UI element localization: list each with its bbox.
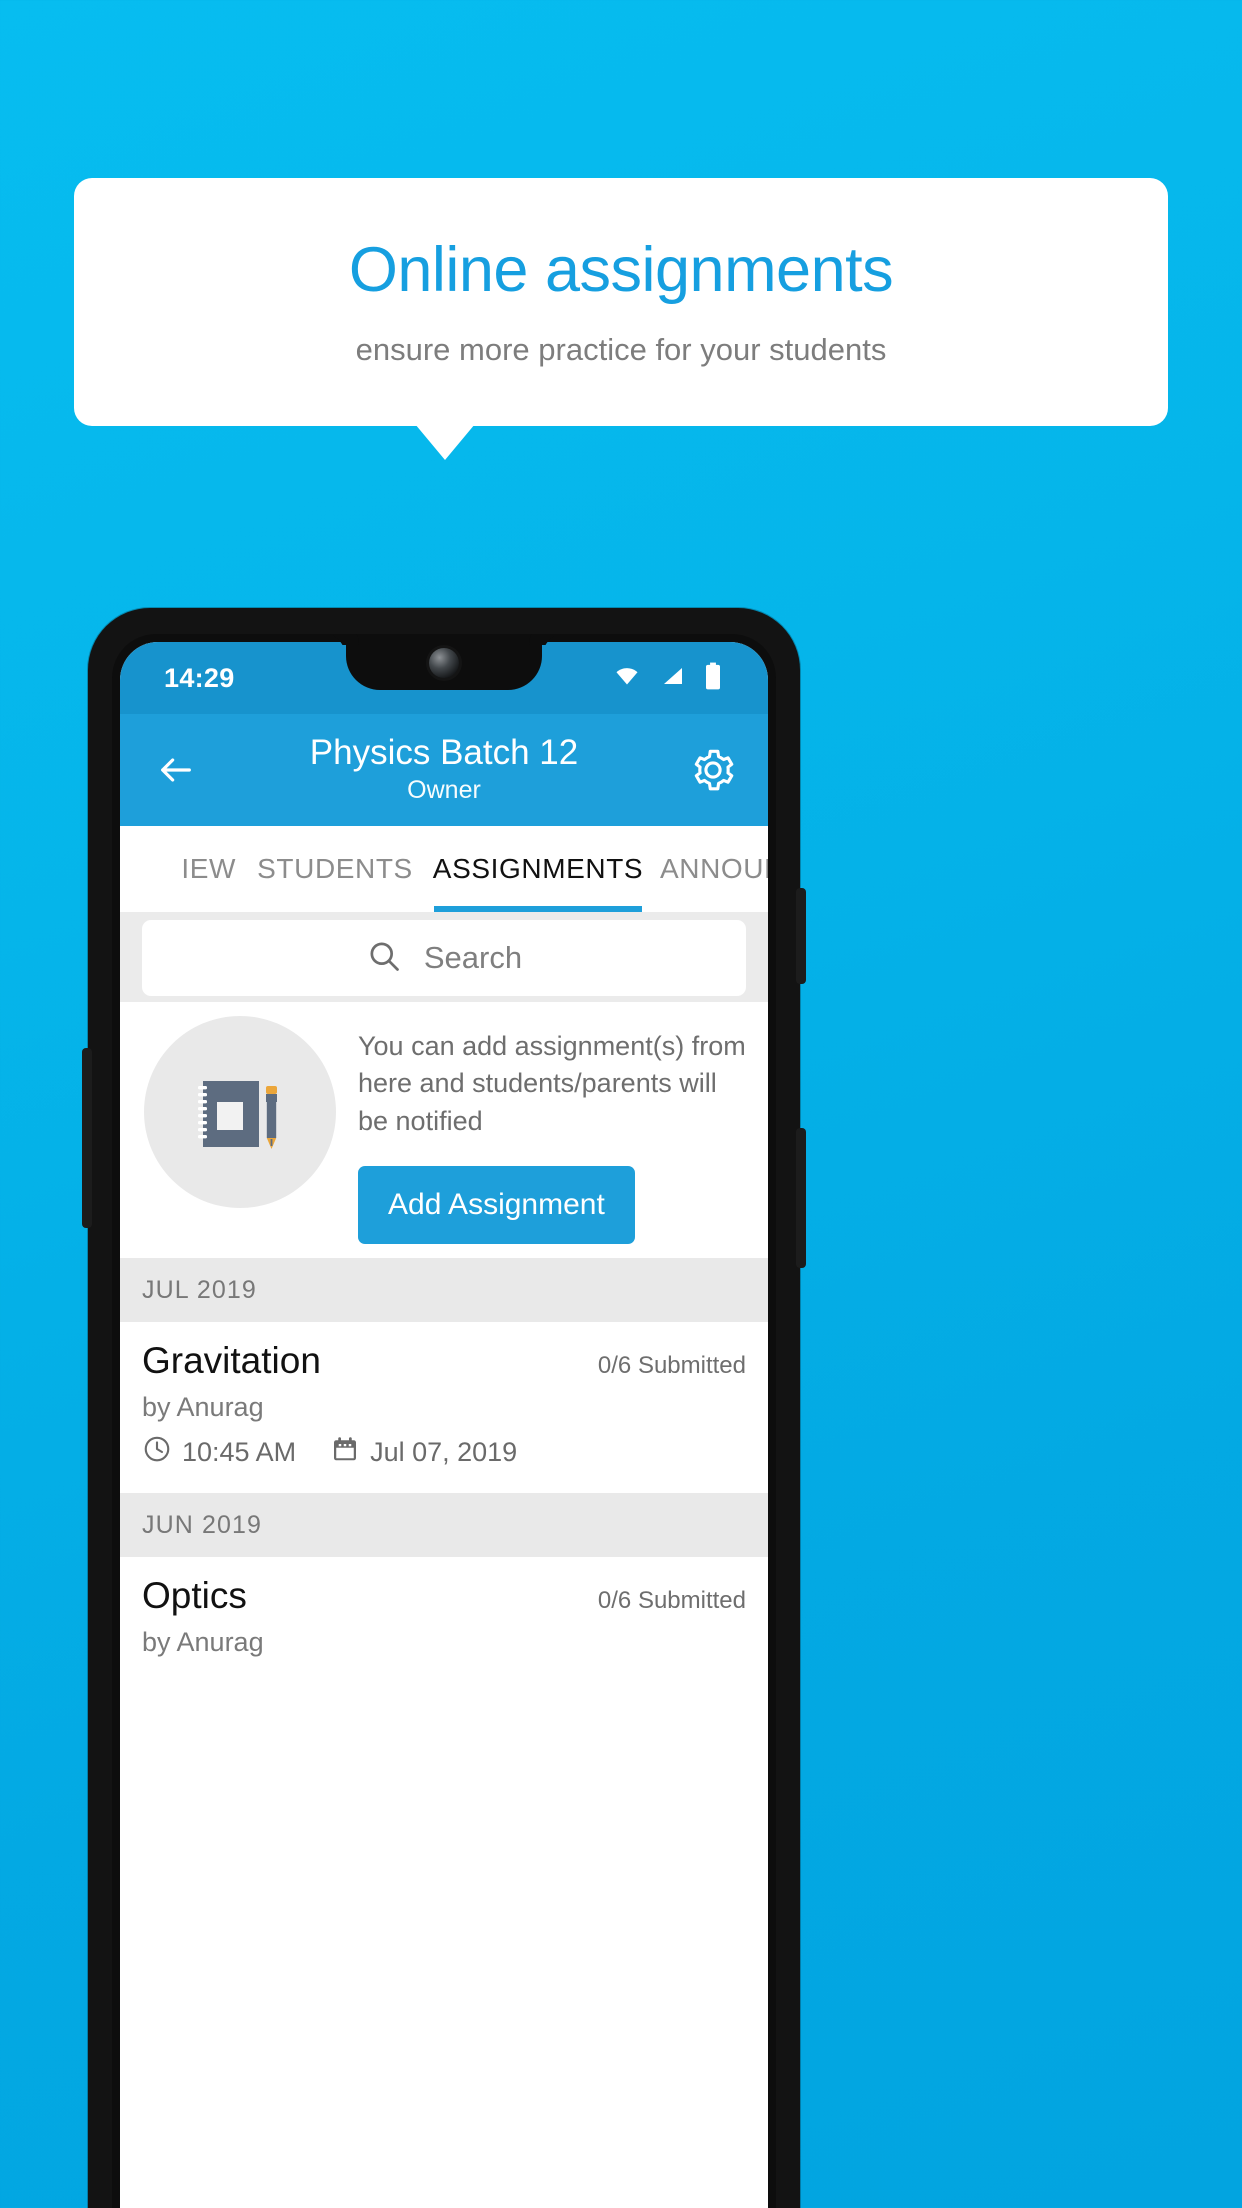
notebook-pen-icon <box>144 1016 336 1208</box>
tab-assignments[interactable]: ASSIGNMENTS <box>433 826 643 912</box>
phone-button-volume-up <box>796 888 806 984</box>
front-camera <box>429 648 459 678</box>
promo-subtitle: ensure more practice for your students <box>355 331 887 367</box>
empty-state-content: You can add assignment(s) from here and … <box>358 1016 748 1244</box>
assignment-title: Gravitation <box>142 1340 321 1381</box>
tab-bar: IEW STUDENTS ASSIGNMENTS ANNOUNCEM <box>120 826 768 912</box>
tab-announcements[interactable]: ANNOUNCEM <box>642 826 768 912</box>
assignment-list: JUL 2019 Gravitation 0/6 Submitted by An… <box>120 1258 768 2208</box>
wifi-icon <box>612 664 642 693</box>
phone-screen: 14:29 Physics Batch 12 Owner IEW STUDENT… <box>120 642 768 2208</box>
back-arrow-icon[interactable] <box>150 744 202 796</box>
assignment-title: Optics <box>142 1575 247 1616</box>
empty-state-text: You can add assignment(s) from here and … <box>358 1031 746 1136</box>
month-header: JUN 2019 <box>120 1493 768 1557</box>
promo-title: Online assignments <box>348 235 894 306</box>
promo-pointer <box>415 424 475 460</box>
app-bar-titles: Physics Batch 12 Owner <box>202 733 686 804</box>
assignment-row[interactable]: Gravitation 0/6 Submitted by Anurag 10:4… <box>120 1322 768 1493</box>
assignment-author: by Anurag <box>142 1392 264 1422</box>
phone-button-power <box>796 1128 806 1268</box>
app-bar: Physics Batch 12 Owner <box>120 714 768 826</box>
assignment-author: by Anurag <box>142 1627 264 1657</box>
calendar-icon <box>330 1434 360 1471</box>
clock-icon <box>142 1434 172 1471</box>
promo-card: Online assignments ensure more practice … <box>74 178 1168 426</box>
page-title: Physics Batch 12 <box>309 733 579 773</box>
assignment-row-top: Gravitation 0/6 Submitted <box>142 1340 746 1382</box>
assignment-row[interactable]: Optics 0/6 Submitted by Anurag <box>120 1557 768 1680</box>
assignment-meta: 10:45 AM Jul 07, 2019 <box>142 1434 746 1471</box>
status-icons <box>612 662 722 695</box>
tab-overview[interactable]: IEW <box>120 826 236 912</box>
search-placeholder: Search <box>423 940 523 975</box>
phone-mockup: 14:29 Physics Batch 12 Owner IEW STUDENT… <box>82 608 806 2208</box>
phone-bezel: 14:29 Physics Batch 12 Owner IEW STUDENT… <box>112 634 776 2208</box>
search-input[interactable]: Search <box>142 920 746 996</box>
assignment-submitted-count: 0/6 Submitted <box>597 1352 746 1379</box>
signal-icon <box>659 664 687 693</box>
search-icon <box>366 938 402 979</box>
gear-icon[interactable] <box>686 743 740 797</box>
phone-button-left <box>82 1048 92 1228</box>
assignment-row-top: Optics 0/6 Submitted <box>142 1575 746 1617</box>
month-header: JUL 2019 <box>120 1258 768 1322</box>
assignment-submitted-count: 0/6 Submitted <box>597 1587 746 1614</box>
assignment-date: Jul 07, 2019 <box>370 1437 518 1467</box>
empty-state-card: You can add assignment(s) from here and … <box>120 1002 768 1258</box>
status-time: 14:29 <box>164 662 235 693</box>
battery-icon <box>704 662 722 695</box>
assignment-time: 10:45 AM <box>182 1437 297 1467</box>
tab-students[interactable]: STUDENTS <box>236 826 434 912</box>
page-subtitle: Owner <box>407 775 481 804</box>
search-strip: Search <box>120 912 768 1002</box>
add-assignment-button[interactable]: Add Assignment <box>358 1165 635 1244</box>
